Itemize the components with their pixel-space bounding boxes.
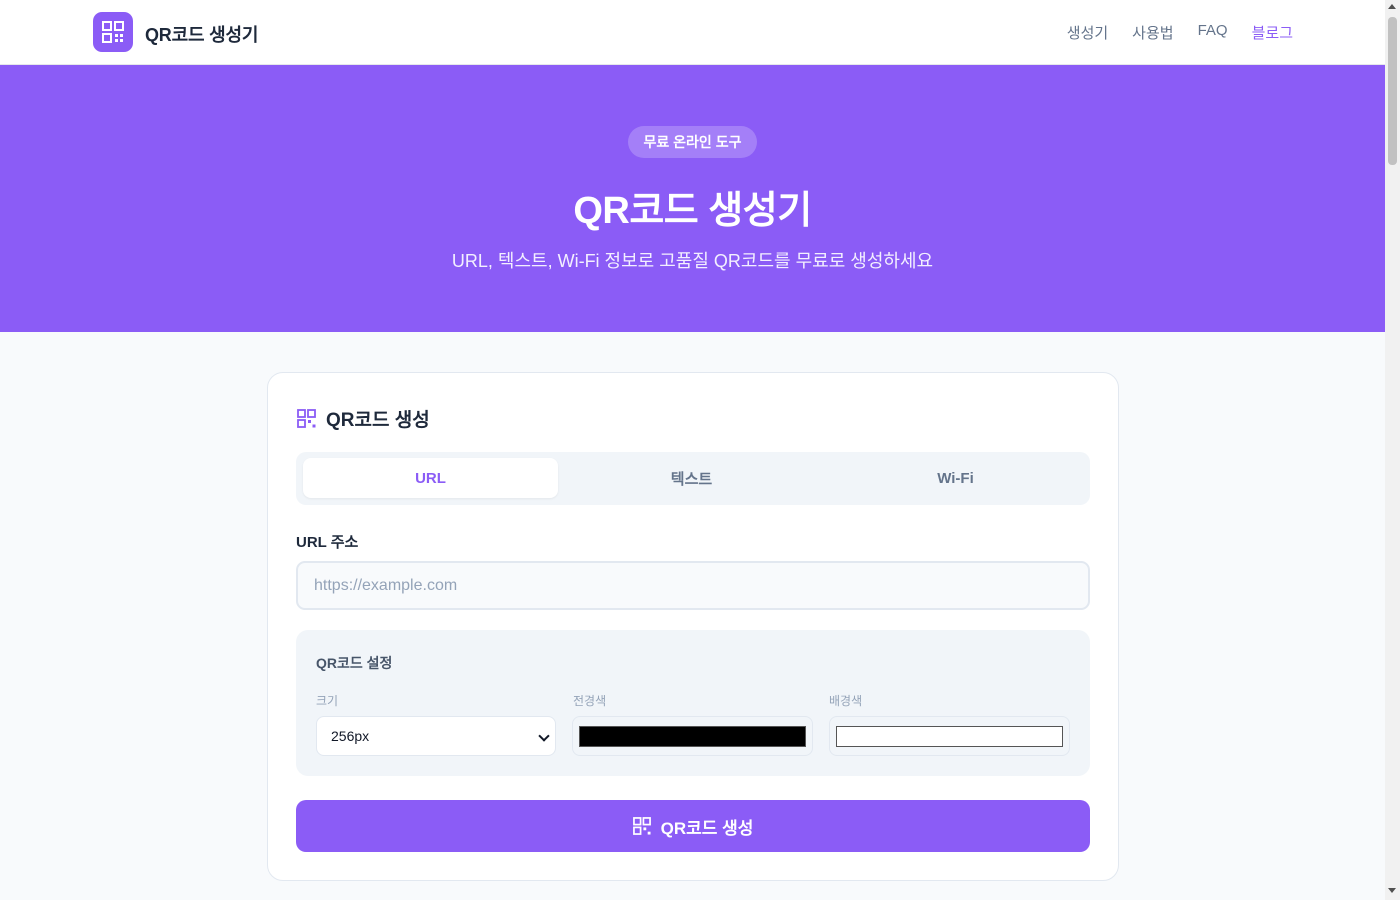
main-nav: 생성기 사용법 FAQ 블로그 xyxy=(1067,22,1293,43)
nav-link-generator[interactable]: 생성기 xyxy=(1067,22,1108,43)
hero-title: QR코드 생성기 xyxy=(573,190,812,232)
foreground-label: 전경색 xyxy=(573,694,607,708)
qr-settings-panel: QR코드 설정 크기 256px 전경색 배경색 xyxy=(296,630,1090,776)
scroll-thumb[interactable] xyxy=(1388,17,1397,165)
tab-url[interactable]: URL xyxy=(303,458,558,498)
generate-button-label: QR코드 생성 xyxy=(660,818,754,838)
qr-code-icon xyxy=(632,817,651,835)
input-type-tabs: URL 텍스트 Wi-Fi xyxy=(296,452,1090,505)
qr-code-icon xyxy=(297,409,316,428)
top-navbar: QR코드 생성기 생성기 사용법 FAQ 블로그 xyxy=(0,0,1385,65)
brand-name[interactable]: QR코드 생성기 xyxy=(145,21,258,47)
background-label: 배경색 xyxy=(829,694,863,708)
generate-qr-button[interactable]: QR코드 생성 xyxy=(296,800,1090,852)
foreground-color-swatch xyxy=(579,726,806,747)
scroll-up-arrow-icon[interactable] xyxy=(1388,4,1396,9)
url-field-label: URL 주소 xyxy=(296,534,359,551)
logo-qr-icon[interactable] xyxy=(93,12,133,52)
card-title: QR코드 생성 xyxy=(326,410,430,431)
foreground-color-picker[interactable] xyxy=(572,716,813,756)
background-color-swatch xyxy=(836,726,1063,747)
hero-banner: 무료 온라인 도구 QR코드 생성기 URL, 텍스트, Wi-Fi 정보로 고… xyxy=(0,65,1385,332)
page-scrollbar[interactable] xyxy=(1385,0,1400,900)
nav-link-howto[interactable]: 사용법 xyxy=(1132,22,1173,43)
scroll-down-arrow-icon[interactable] xyxy=(1388,888,1396,893)
background-color-picker[interactable] xyxy=(829,716,1070,756)
tab-text[interactable]: 텍스트 xyxy=(564,458,819,498)
url-input[interactable] xyxy=(296,561,1090,610)
qr-code-icon xyxy=(102,21,124,43)
settings-title: QR코드 설정 xyxy=(316,655,393,671)
nav-link-blog[interactable]: 블로그 xyxy=(1252,22,1293,43)
card-header: QR코드 생성 xyxy=(297,405,430,432)
hero-subtitle: URL, 텍스트, Wi-Fi 정보로 고품질 QR코드를 무료로 생성하세요 xyxy=(451,251,934,271)
nav-link-faq[interactable]: FAQ xyxy=(1198,22,1228,43)
tab-wifi[interactable]: Wi-Fi xyxy=(828,458,1083,498)
generator-card: QR코드 생성 URL 텍스트 Wi-Fi URL 주소 QR코드 설정 크기 … xyxy=(267,372,1119,881)
size-label: 크기 xyxy=(316,694,339,708)
hero-badge: 무료 온라인 도구 xyxy=(628,126,757,158)
size-select[interactable]: 256px xyxy=(316,716,556,756)
